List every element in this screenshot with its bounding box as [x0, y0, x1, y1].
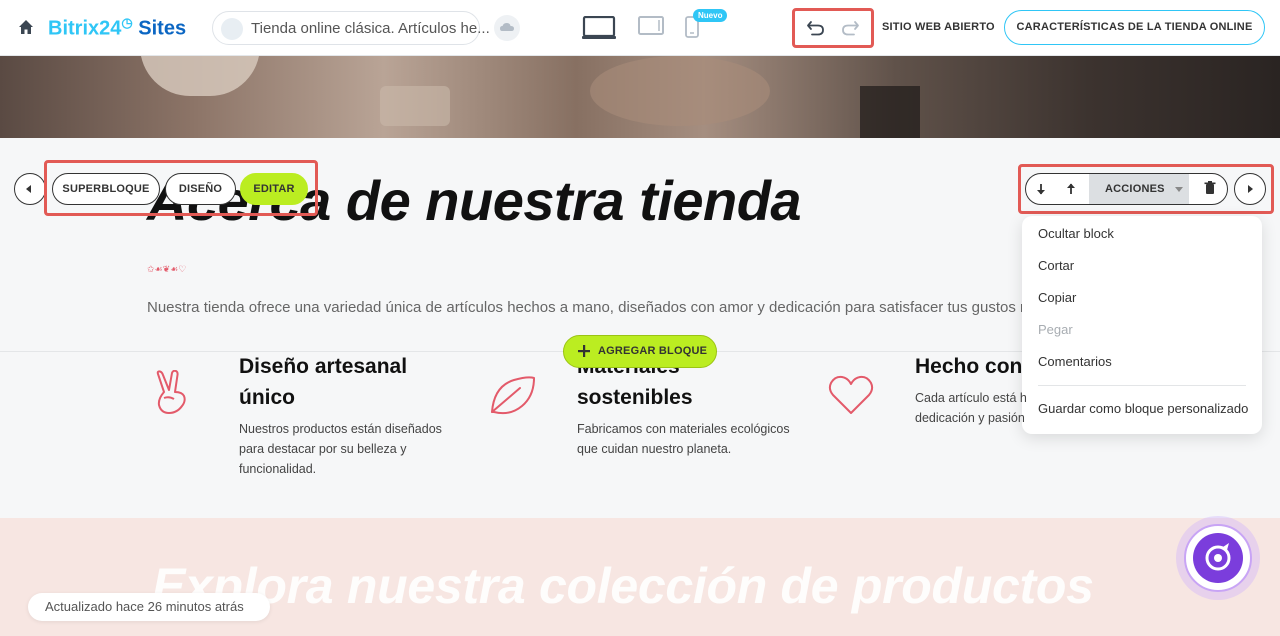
- next-block-button[interactable]: [1234, 173, 1266, 205]
- trash-icon[interactable]: [1192, 174, 1228, 204]
- add-block-label: AGREGAR BLOQUE: [598, 345, 708, 357]
- feature-desc-2[interactable]: Fabricamos con materiales ecológicos que …: [577, 419, 790, 459]
- site-thumbnail: [221, 18, 243, 40]
- edit-button[interactable]: EDITAR: [240, 173, 308, 205]
- menu-item-cut[interactable]: Cortar: [1038, 258, 1074, 273]
- actions-dropdown-button[interactable]: ACCIONES: [1089, 174, 1189, 204]
- top-bar: Bitrix24◷ Sites Tienda online clásica. A…: [0, 0, 1280, 56]
- heart-icon: [828, 375, 874, 414]
- plus-icon: [578, 345, 590, 357]
- home-icon[interactable]: [18, 19, 34, 35]
- feature-desc-3[interactable]: Cada artículo está h dedicación y pasión: [915, 388, 1027, 428]
- arrow-left-icon: [26, 185, 31, 193]
- add-block-button[interactable]: AGREGAR BLOQUE: [563, 335, 717, 368]
- arrow-right-icon: [1248, 185, 1253, 193]
- tablet-view-icon[interactable]: [638, 16, 664, 36]
- collection-title[interactable]: Explora nuestra colección de productos: [152, 557, 1094, 615]
- feature-title-3[interactable]: Hecho con: [915, 351, 1022, 382]
- cloud-save-icon[interactable]: [494, 15, 520, 41]
- jewelry-banner-image: [0, 56, 1280, 138]
- block-action-bar: ACCIONES: [1025, 173, 1228, 205]
- menu-item-paste: Pegar: [1038, 322, 1073, 337]
- about-description[interactable]: Nuestra tienda ofrece una variedad única…: [147, 299, 1072, 316]
- chevron-down-icon: [1175, 187, 1183, 192]
- desktop-view-icon[interactable]: [582, 16, 616, 40]
- menu-item-save-custom-block[interactable]: Guardar como bloque personalizado: [1038, 401, 1248, 416]
- move-up-icon[interactable]: [1056, 174, 1086, 204]
- victory-hand-icon: [156, 370, 186, 414]
- leaf-icon: [491, 376, 535, 415]
- menu-item-hide-block[interactable]: Ocultar block: [1038, 226, 1114, 241]
- copilot-icon: [1193, 533, 1243, 583]
- store-features-button[interactable]: CARACTERÍSTICAS DE LA TIENDA ONLINE: [1004, 10, 1265, 45]
- copilot-button[interactable]: [1176, 516, 1260, 600]
- bitrix24-logo[interactable]: Bitrix24◷ Sites: [48, 15, 186, 41]
- design-button[interactable]: DISEÑO: [165, 173, 236, 205]
- undo-redo-highlight: [792, 8, 874, 48]
- site-title: Tienda online clásica. Artículos he...: [251, 20, 490, 37]
- decorative-ornament: ✩☙❦☙♡: [147, 264, 187, 274]
- previous-block-button[interactable]: [14, 173, 46, 205]
- actions-menu: Ocultar block Cortar Copiar Pegar Coment…: [1022, 216, 1262, 434]
- undo-icon[interactable]: [806, 18, 826, 38]
- redo-icon[interactable]: [840, 18, 860, 38]
- clock-icon: ◷: [121, 15, 133, 30]
- superblock-button[interactable]: SUPERBLOQUE: [52, 173, 160, 205]
- move-down-icon[interactable]: [1026, 174, 1056, 204]
- menu-item-comments[interactable]: Comentarios: [1038, 354, 1112, 369]
- menu-separator: [1038, 385, 1246, 386]
- new-badge: Nuevo: [693, 9, 728, 22]
- feature-title-1[interactable]: Diseño artesanal único: [239, 351, 407, 413]
- feature-desc-1[interactable]: Nuestros productos están diseñados para d…: [239, 419, 442, 479]
- actions-label: ACCIONES: [1105, 183, 1165, 195]
- last-updated-status: Actualizado hace 26 minutos atrás: [28, 593, 270, 621]
- open-site-link[interactable]: SITIO WEB ABIERTO: [882, 21, 995, 33]
- site-title-selector[interactable]: Tienda online clásica. Artículos he...: [212, 11, 490, 45]
- menu-item-copy[interactable]: Copiar: [1038, 290, 1076, 305]
